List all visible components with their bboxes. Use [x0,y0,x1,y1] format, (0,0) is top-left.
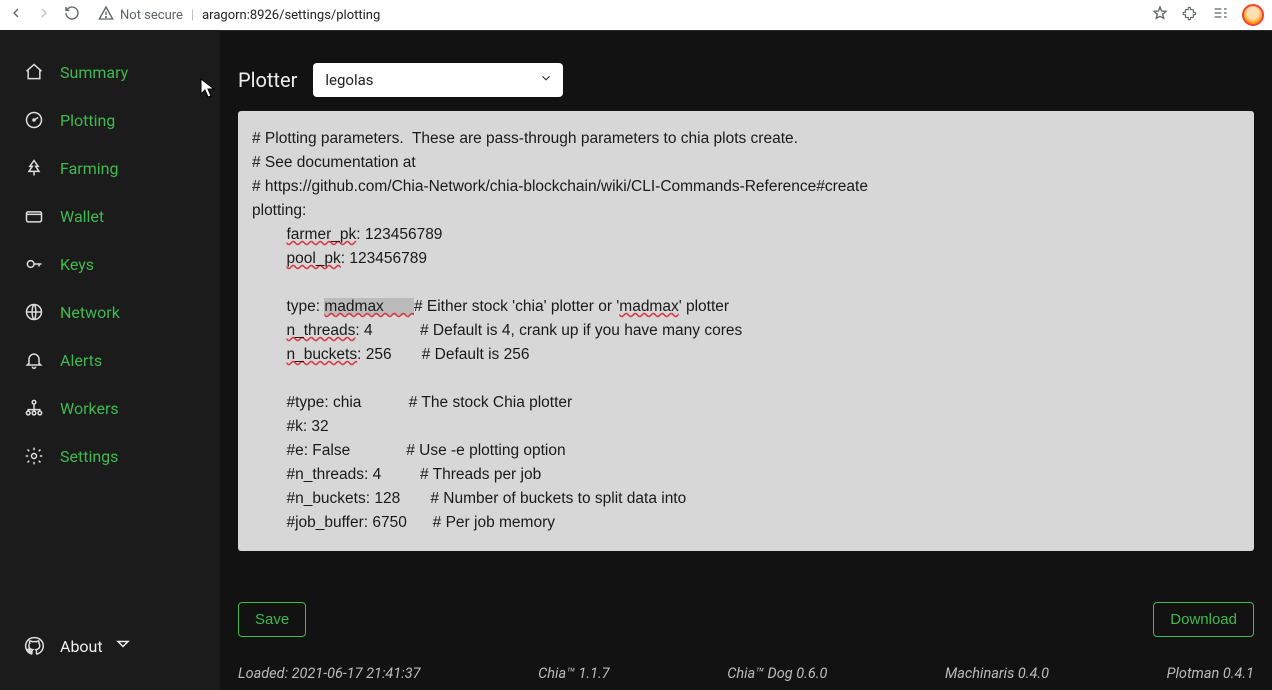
sidebar-item-label: Farming [60,159,118,178]
reload-button[interactable] [64,5,80,25]
sidebar-item-settings[interactable]: Settings [0,432,220,480]
browser-chrome: Not secure | aragorn:8926/settings/plott… [0,0,1272,30]
sidebar-item-label: Workers [60,399,119,418]
sidebar-item-workers[interactable]: Workers [0,384,220,432]
star-icon[interactable] [1152,5,1168,25]
address-bar[interactable]: Not secure | aragorn:8926/settings/plott… [90,5,1142,25]
plotter-label: Plotter [238,68,297,92]
save-button[interactable]: Save [238,602,306,637]
extensions-icon[interactable] [1182,5,1198,25]
tree-icon [24,158,44,178]
status-loaded: Loaded: 2021-06-17 21:41:37 [238,665,421,682]
sidebar-item-summary[interactable]: Summary [0,48,220,96]
home-icon [24,62,44,82]
security-status: Not secure [120,8,183,23]
forward-button[interactable] [36,5,52,25]
plotter-row: Plotter legolas [220,41,1272,111]
status-plotman-version: Plotman 0.4.1 [1167,665,1254,682]
chevron-down-icon [539,71,553,89]
separator: | [191,8,194,23]
sidebar-item-alerts[interactable]: Alerts [0,336,220,384]
sidebar-item-label: Alerts [60,351,102,370]
chevron-down-icon [113,634,133,658]
sidebar-item-label: Wallet [60,207,104,226]
sidebar-item-label: Settings [60,447,118,466]
sidebar-item-keys[interactable]: Keys [0,240,220,288]
url-text: aragorn:8926/settings/plotting [202,8,380,23]
gear-icon [24,446,44,466]
status-chia-version: Chia™ 1.1.7 [538,665,609,682]
gauge-icon [24,110,44,130]
reading-list-icon[interactable] [1212,5,1228,25]
status-chiadog-version: Chia™ Dog 0.6.0 [727,665,827,682]
back-button[interactable] [8,5,24,25]
config-editor[interactable]: # Plotting parameters. These are pass-th… [238,111,1254,551]
sidebar-item-about[interactable]: About [0,620,220,672]
plotter-select[interactable]: legolas [313,63,563,97]
github-icon [24,636,44,656]
bell-icon [24,350,44,370]
sidebar-item-label: Network [60,303,120,322]
sidebar-item-label: Summary [60,63,128,82]
status-machinaris-version: Machinaris 0.4.0 [945,665,1049,682]
key-icon [24,254,44,274]
sidebar-item-label: Keys [60,255,94,274]
hierarchy-icon [24,398,44,418]
plotter-select-value: legolas [325,71,373,89]
sidebar-item-label: About [60,637,103,656]
profile-avatar[interactable] [1242,4,1264,26]
globe-icon [24,302,44,322]
sidebar-item-wallet[interactable]: Wallet [0,192,220,240]
status-bar: Loaded: 2021-06-17 21:41:37 Chia™ 1.1.7 … [220,643,1272,690]
wallet-icon [24,206,44,226]
sidebar-item-farming[interactable]: Farming [0,144,220,192]
download-button[interactable]: Download [1153,602,1254,637]
sidebar-item-plotting[interactable]: Plotting [0,96,220,144]
warning-icon [98,5,114,25]
sidebar: Summary Plotting Farming Wallet Keys [0,30,220,690]
sidebar-item-network[interactable]: Network [0,288,220,336]
sidebar-item-label: Plotting [60,111,115,130]
